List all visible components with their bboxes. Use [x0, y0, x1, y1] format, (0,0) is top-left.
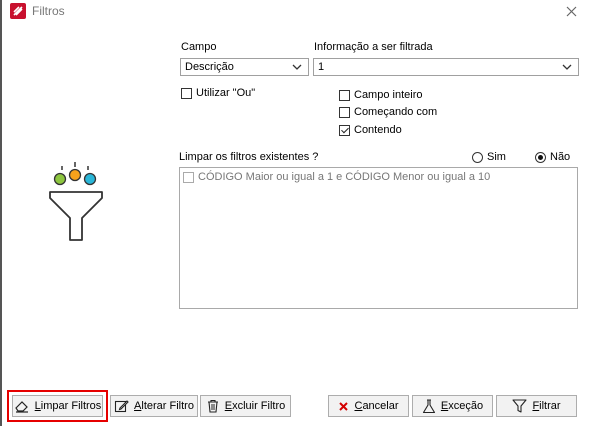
campo-inteiro-checkbox-row[interactable]: Campo inteiro [339, 89, 422, 101]
cancelar-button[interactable]: Cancelar [328, 395, 409, 417]
filters-list[interactable]: CÓDIGO Maior ou igual a 1 e CÓDIGO Menor… [179, 167, 578, 309]
excecao-label: xceção [448, 400, 484, 412]
alterar-filtro-button[interactable]: Alterar Filtro [110, 395, 198, 417]
cancelar-label: ancelar [362, 400, 399, 412]
contendo-label: Contendo [354, 124, 402, 136]
campo-select-value: Descrição [185, 61, 234, 73]
comecando-com-label: Começando com [354, 106, 438, 118]
limpar-filtros-label: impar Filtros [40, 400, 102, 412]
app-logo-icon [10, 3, 26, 19]
nao-radio[interactable] [535, 151, 546, 163]
comecando-com-checkbox-row[interactable]: Começando com [339, 106, 437, 118]
close-icon [566, 6, 576, 16]
contendo-checkbox-row[interactable]: Contendo [339, 124, 402, 136]
info-select[interactable]: 1 [313, 58, 579, 76]
campo-label: Campo [181, 41, 217, 53]
flask-icon [422, 398, 435, 413]
excluir-filtro-label: xcluir Filtro [232, 400, 286, 412]
trash-icon [207, 399, 218, 413]
contendo-checkbox[interactable] [339, 124, 350, 136]
comecando-com-checkbox[interactable] [339, 106, 350, 118]
excluir-filtro-button[interactable]: Excluir Filtro [200, 395, 291, 417]
chevron-down-icon [292, 64, 302, 70]
info-label: Informação a ser filtrada [314, 41, 433, 53]
sim-radio[interactable] [472, 151, 483, 163]
nao-radio-row[interactable]: Não [535, 151, 570, 163]
utilizar-ou-checkbox-row[interactable]: Utilizar "Ou" [181, 87, 255, 99]
campo-inteiro-label: Campo inteiro [354, 89, 423, 101]
edit-icon [114, 400, 129, 413]
limpar-filtros-button[interactable]: Limpar Filtros [12, 395, 103, 417]
filter-item-checkbox[interactable] [183, 171, 194, 183]
excluir-filtro-mnemonic: E [224, 400, 233, 412]
list-item[interactable]: CÓDIGO Maior ou igual a 1 e CÓDIGO Menor… [183, 171, 490, 183]
x-icon [339, 401, 349, 411]
filter-icon [512, 399, 527, 413]
filter-item-text: CÓDIGO Maior ou igual a 1 e CÓDIGO Menor… [198, 171, 491, 183]
title-bar [6, 0, 589, 22]
sim-label: Sim [487, 151, 506, 163]
sim-radio-row[interactable]: Sim [472, 151, 506, 163]
limpar-question-label: Limpar os filtros existentes ? [179, 151, 319, 163]
filtrar-button[interactable]: Filtrar [496, 395, 577, 417]
excecao-button[interactable]: Exceção [412, 395, 493, 417]
nao-label: Não [550, 151, 571, 163]
window-title: Filtros [32, 4, 65, 18]
filtrar-label: iltrar [539, 400, 561, 412]
background-window-strip [0, 0, 6, 426]
utilizar-ou-checkbox[interactable] [181, 87, 192, 99]
funnel-icon [46, 158, 106, 246]
info-select-value: 1 [318, 61, 325, 73]
alterar-filtro-label: lterar Filtro [141, 400, 194, 412]
utilizar-ou-label: Utilizar "Ou" [196, 87, 256, 99]
chevron-down-icon [562, 64, 572, 70]
campo-inteiro-checkbox[interactable] [339, 89, 350, 101]
close-button[interactable] [561, 2, 581, 20]
campo-select[interactable]: Descrição [180, 58, 309, 76]
eraser-icon [14, 401, 28, 413]
